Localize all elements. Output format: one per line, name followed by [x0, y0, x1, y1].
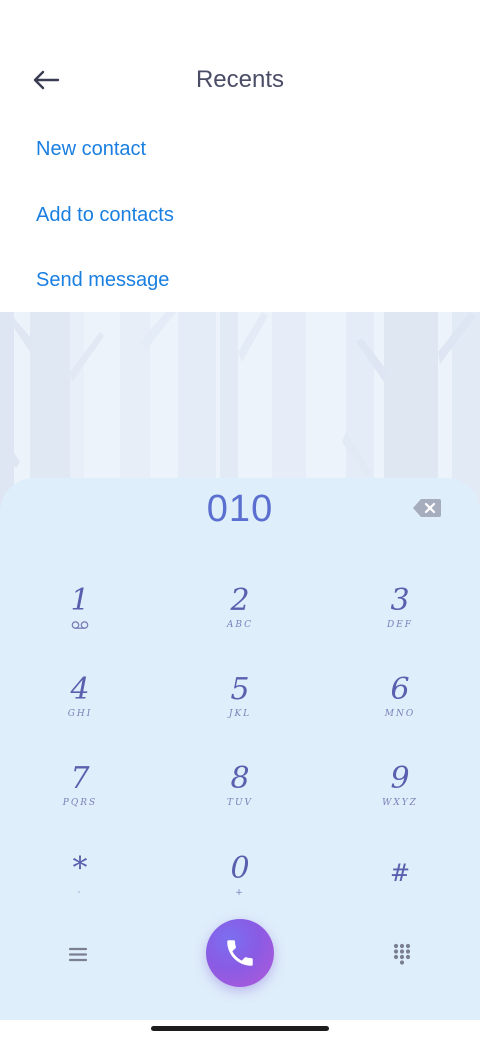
key-9[interactable]: 9 WXYZ — [340, 762, 460, 838]
key-hash[interactable]: # — [340, 856, 460, 932]
key-letters: TUV — [226, 798, 254, 808]
key-letters: WXYZ — [382, 798, 418, 808]
call-button[interactable] — [206, 919, 274, 987]
key-3[interactable]: 3 DEF — [340, 584, 460, 660]
key-star[interactable]: * · — [20, 852, 140, 928]
key-6[interactable]: 6 MNO — [340, 673, 460, 749]
key-letters: + — [235, 888, 245, 898]
key-digit: 7 — [70, 761, 90, 796]
dialpad-grid-icon — [393, 943, 411, 965]
dialpad-toggle-button[interactable] — [388, 940, 416, 968]
menu-icon — [68, 947, 88, 962]
header: Recents — [0, 0, 480, 120]
key-letters: MNO — [384, 709, 416, 719]
key-1[interactable]: 1 — [20, 584, 140, 660]
key-5[interactable]: 5 JKL — [180, 673, 300, 749]
key-2[interactable]: 2 ABC — [180, 584, 300, 660]
dialed-number[interactable]: 010 — [0, 488, 480, 531]
key-letters: ABC — [226, 620, 254, 630]
dialer-screen: Recents New contact Add to contacts Send… — [0, 0, 480, 1040]
voicemail-icon — [71, 621, 89, 629]
key-digit: 3 — [390, 583, 410, 618]
backspace-icon — [413, 499, 441, 517]
key-digit: 9 — [390, 761, 410, 796]
key-digit: 6 — [390, 672, 410, 707]
key-digit: 5 — [230, 672, 250, 707]
key-digit: # — [389, 859, 411, 887]
key-7[interactable]: 7 PQRS — [20, 762, 140, 838]
send-message-link[interactable]: Send message — [36, 269, 169, 292]
key-letters: DEF — [386, 620, 414, 630]
page-title: Recents — [195, 66, 285, 93]
key-digit: * — [72, 851, 88, 886]
backspace-button[interactable] — [412, 496, 442, 520]
key-digit: 2 — [230, 583, 250, 618]
add-to-contacts-link[interactable]: Add to contacts — [36, 204, 174, 227]
key-letters: GHI — [67, 709, 93, 719]
key-digit: 0 — [230, 851, 250, 886]
key-digit: 8 — [230, 761, 250, 796]
key-0[interactable]: 0 + — [180, 852, 300, 928]
key-digit: 4 — [70, 672, 90, 707]
key-letters: JKL — [228, 709, 252, 719]
key-digit: 1 — [70, 583, 90, 618]
key-letters: · — [77, 888, 83, 898]
key-8[interactable]: 8 TUV — [180, 762, 300, 838]
home-indicator[interactable] — [151, 1026, 329, 1031]
key-letters: PQRS — [62, 798, 98, 808]
menu-button[interactable] — [64, 940, 92, 968]
key-4[interactable]: 4 GHI — [20, 673, 140, 749]
new-contact-link[interactable]: New contact — [36, 138, 146, 161]
phone-icon — [227, 940, 253, 966]
